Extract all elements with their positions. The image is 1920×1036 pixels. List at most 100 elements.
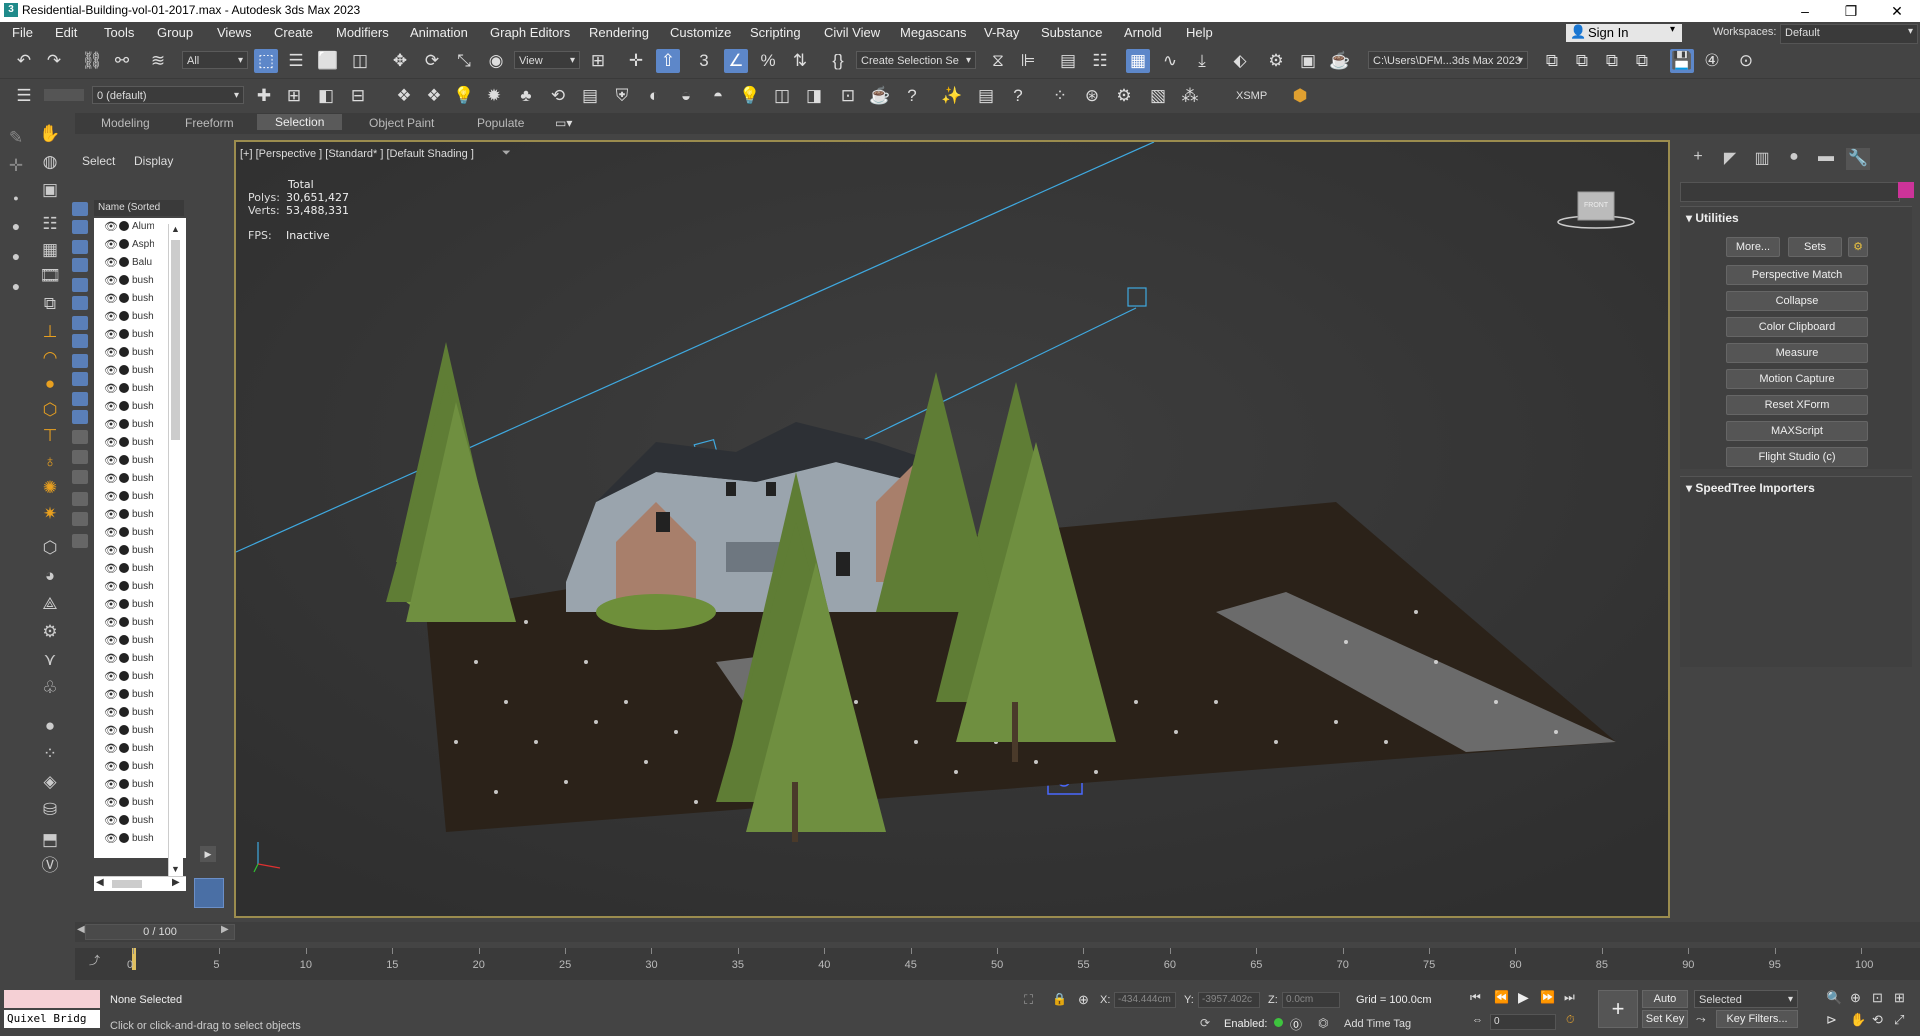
- visibility-eye-icon[interactable]: 👁: [104, 310, 118, 323]
- visibility-eye-icon[interactable]: 👁: [104, 526, 118, 539]
- open-project-icon[interactable]: ⧉: [1540, 49, 1564, 73]
- scroll-up-icon[interactable]: ▲: [171, 224, 180, 234]
- visibility-eye-icon[interactable]: 👁: [104, 688, 118, 701]
- close-button[interactable]: ✕: [1874, 0, 1920, 22]
- filter-xrefs-icon[interactable]: [72, 334, 88, 348]
- next-key-icon[interactable]: ⏩: [1540, 990, 1555, 1004]
- project-settings-icon[interactable]: ⧉: [1600, 49, 1624, 73]
- freeze-dot-icon[interactable]: [119, 761, 129, 771]
- select-by-name-icon[interactable]: ☰: [284, 49, 308, 73]
- film-icon[interactable]: 🎞: [37, 263, 63, 289]
- select-invert-icon[interactable]: [72, 534, 88, 548]
- visibility-eye-icon[interactable]: 👁: [104, 508, 118, 521]
- vray-decal-icon[interactable]: ◓: [706, 84, 730, 108]
- play-icon[interactable]: ▶: [1518, 989, 1529, 1006]
- chaos-cosmos-icon[interactable]: ❖: [392, 84, 416, 108]
- hand-icon[interactable]: ✋: [37, 121, 63, 147]
- key-tangent-icon[interactable]: ⤳: [1696, 1012, 1706, 1027]
- collapse-button[interactable]: Collapse: [1726, 291, 1868, 311]
- display-influences-icon[interactable]: [72, 450, 88, 464]
- menu-rendering[interactable]: Rendering: [589, 25, 649, 40]
- sign-in-dropdown[interactable]: 👤 Sign In ▾: [1566, 24, 1682, 42]
- goto-start-icon[interactable]: ⏮: [1470, 990, 1481, 1005]
- pan-icon[interactable]: ✋: [1850, 1012, 1866, 1028]
- previous-frame-icon[interactable]: ◀: [77, 924, 85, 935]
- hscroll-thumb[interactable]: [112, 880, 142, 888]
- window-crossing-icon[interactable]: ◫: [348, 49, 372, 73]
- toggle-ribbon-icon[interactable]: ▦: [1126, 49, 1150, 73]
- motion-tab-icon[interactable]: ●: [1782, 148, 1806, 170]
- brush-icon[interactable]: ✎: [3, 125, 29, 151]
- render-elements-icon[interactable]: ⬒: [37, 827, 63, 853]
- freeze-dot-icon[interactable]: [119, 581, 129, 591]
- visibility-eye-icon[interactable]: 👁: [104, 256, 118, 269]
- substance-graph-icon[interactable]: ⁂: [1178, 84, 1202, 108]
- set-current-layer-icon[interactable]: ⊟: [346, 84, 370, 108]
- visibility-eye-icon[interactable]: 👁: [104, 454, 118, 467]
- current-frame-field[interactable]: 0: [1490, 1014, 1556, 1030]
- list-icon[interactable]: ☷: [37, 211, 63, 237]
- visibility-eye-icon[interactable]: 👁: [104, 796, 118, 809]
- vray-vfb-icon[interactable]: ▤: [578, 84, 602, 108]
- modify-tab-icon[interactable]: ◤: [1718, 148, 1742, 170]
- scroll-left-icon[interactable]: ◀: [96, 877, 104, 888]
- place-icon[interactable]: ◉: [484, 49, 508, 73]
- xsmp-label[interactable]: XSMP: [1236, 90, 1267, 102]
- unlink-icon[interactable]: ⚯: [110, 49, 134, 73]
- link-icon[interactable]: ⛓: [80, 49, 104, 73]
- render-setup-icon[interactable]: ⚙: [1264, 49, 1288, 73]
- tab-populate[interactable]: Populate: [477, 116, 524, 130]
- menu-views[interactable]: Views: [217, 25, 251, 40]
- tab-object-paint[interactable]: Object Paint: [369, 116, 434, 130]
- move-icon[interactable]: ✥: [388, 49, 412, 73]
- select-all-icon[interactable]: [72, 492, 88, 506]
- visibility-eye-icon[interactable]: 👁: [104, 220, 118, 233]
- menu-tools[interactable]: Tools: [104, 25, 134, 40]
- filter-lights-icon[interactable]: [72, 240, 88, 254]
- rendered-frame-window-icon[interactable]: ▣: [1296, 49, 1320, 73]
- explorer-vertical-scrollbar[interactable]: ▲ ▼: [168, 224, 183, 880]
- create-tab-icon[interactable]: +: [1686, 148, 1710, 170]
- scroll-thumb[interactable]: [171, 240, 180, 440]
- utilities-tab-icon[interactable]: 🔧: [1846, 148, 1870, 170]
- filter-containers-icon[interactable]: [72, 372, 88, 386]
- menu-scripting[interactable]: Scripting: [750, 25, 801, 40]
- menu-help[interactable]: Help: [1186, 25, 1213, 40]
- mesh-light-icon[interactable]: ⬡: [37, 397, 63, 423]
- explorer-expand-icon[interactable]: ▶: [200, 846, 216, 862]
- display-dependencies-icon[interactable]: [72, 470, 88, 484]
- motion-capture-button[interactable]: Motion Capture: [1726, 369, 1868, 389]
- vray-clipper-icon[interactable]: ◫: [770, 84, 794, 108]
- sun-icon[interactable]: ✺: [37, 475, 63, 501]
- perspective-viewport[interactable]: [+] [Perspective ] [Standard* ] [Default…: [234, 140, 1670, 918]
- menu-create[interactable]: Create: [274, 25, 313, 40]
- save-project-icon[interactable]: ⧉: [1570, 49, 1594, 73]
- visibility-eye-icon[interactable]: 👁: [104, 436, 118, 449]
- menu-civil-view[interactable]: Civil View: [824, 25, 880, 40]
- grass-icon[interactable]: ⋎: [37, 647, 63, 673]
- selection-filter-dropdown[interactable]: All: [182, 51, 248, 70]
- freeze-dot-icon[interactable]: [119, 617, 129, 627]
- create-layer-icon[interactable]: ✚: [252, 84, 276, 108]
- redo-icon[interactable]: ↷: [42, 49, 66, 73]
- time-slider-thumb[interactable]: 0 / 100: [85, 924, 235, 940]
- menu-file[interactable]: File: [12, 25, 33, 40]
- visibility-eye-icon[interactable]: 👁: [104, 580, 118, 593]
- vray-proxy-icon[interactable]: ⟲: [546, 84, 570, 108]
- align-icon[interactable]: ⊫: [1016, 49, 1040, 73]
- freeze-dot-icon[interactable]: [119, 509, 129, 519]
- menu-modifiers[interactable]: Modifiers: [336, 25, 389, 40]
- visibility-eye-icon[interactable]: 👁: [104, 724, 118, 737]
- visibility-eye-icon[interactable]: 👁: [104, 490, 118, 503]
- x-coordinate-field[interactable]: -434.444cm: [1114, 992, 1176, 1008]
- vray-sun-icon[interactable]: ✹: [482, 84, 506, 108]
- explorer-tab-select[interactable]: Select: [82, 154, 115, 168]
- keyboard-shortcut-override-icon[interactable]: ⇧: [656, 49, 680, 73]
- box-icon[interactable]: ⬡: [37, 535, 63, 561]
- vray-light-mix-icon[interactable]: 💡: [738, 84, 762, 108]
- sets-button[interactable]: Sets: [1788, 237, 1842, 257]
- reference-coordinate-dropdown[interactable]: View: [514, 51, 580, 70]
- freeze-dot-icon[interactable]: [119, 221, 129, 231]
- visibility-eye-icon[interactable]: 👁: [104, 382, 118, 395]
- speedtree-title[interactable]: ▾ SpeedTree Importers: [1686, 481, 1815, 495]
